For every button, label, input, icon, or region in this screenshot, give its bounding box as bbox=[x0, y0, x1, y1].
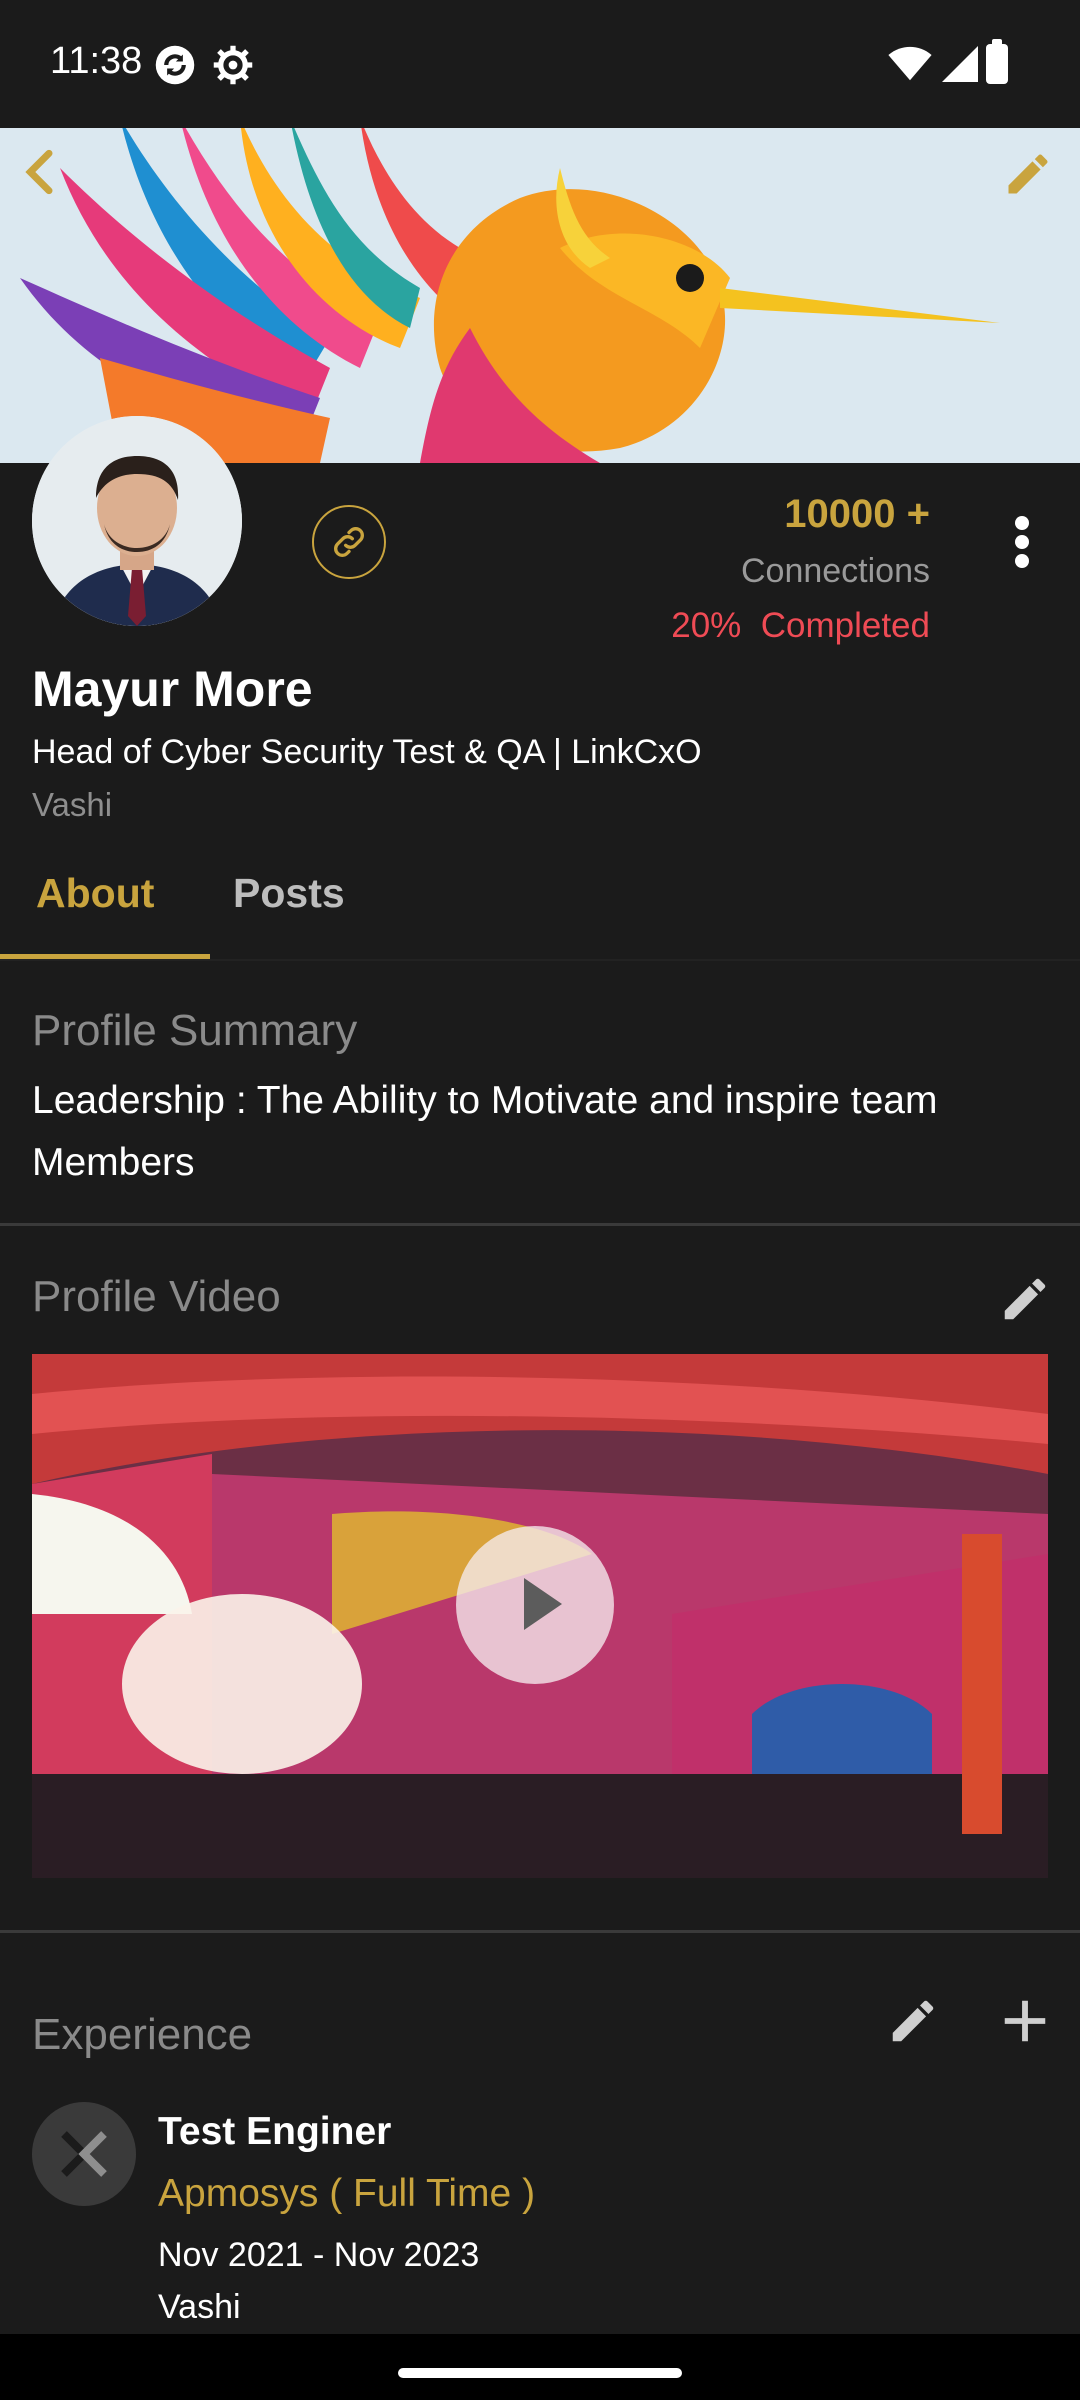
battery-icon bbox=[986, 39, 1008, 84]
job-dates: Nov 2021 - Nov 2023 bbox=[158, 2236, 480, 2274]
back-arrow-icon[interactable] bbox=[14, 144, 70, 200]
profile-summary-text: Leadership : The Ability to Motivate and… bbox=[32, 1079, 938, 1184]
more-options-icon[interactable] bbox=[1004, 510, 1040, 574]
add-experience-icon[interactable] bbox=[998, 1994, 1052, 2048]
edit-experience-icon[interactable] bbox=[886, 1994, 940, 2048]
profile-video-title: Profile Video bbox=[32, 1272, 281, 1321]
connections-label[interactable]: Connections bbox=[741, 552, 930, 591]
divider bbox=[0, 959, 1080, 961]
profile-summary-title: Profile Summary bbox=[32, 1006, 358, 1055]
profile-location: Vashi bbox=[32, 786, 113, 823]
status-time: 11:38 bbox=[50, 40, 143, 82]
edit-pencil-icon[interactable] bbox=[1002, 148, 1054, 200]
job-location: Vashi bbox=[158, 2288, 241, 2326]
tab-bar: About Posts bbox=[0, 856, 1080, 964]
wifi-icon bbox=[888, 46, 932, 81]
profile-headline: Head of Cyber Security Test & QA | LinkC… bbox=[32, 733, 702, 771]
signal-icon bbox=[942, 46, 978, 82]
job-title: Test Enginer bbox=[158, 2110, 392, 2153]
gear-icon bbox=[213, 45, 253, 85]
experience-title: Experience bbox=[32, 2010, 253, 2059]
profile-completion: 20% Completed bbox=[671, 606, 930, 645]
connections-count[interactable]: 10000 + bbox=[784, 492, 930, 537]
copy-link-button[interactable] bbox=[312, 505, 386, 579]
tab-about[interactable]: About bbox=[36, 870, 154, 917]
company-logo bbox=[32, 2102, 136, 2206]
divider bbox=[0, 1223, 1080, 1226]
company-logo-icon bbox=[61, 2131, 107, 2177]
job-company: Apmosys ( Full Time ) bbox=[158, 2172, 536, 2215]
divider bbox=[0, 1930, 1080, 1933]
edit-video-icon[interactable] bbox=[998, 1272, 1052, 1326]
system-nav-bar bbox=[0, 2334, 1080, 2400]
home-gesture-handle[interactable] bbox=[398, 2368, 682, 2378]
profile-screen: 11:38 10000 + Connections 20% Completed … bbox=[0, 0, 1080, 2400]
play-button[interactable] bbox=[456, 1526, 614, 1684]
tab-posts[interactable]: Posts bbox=[233, 870, 345, 917]
sync-icon bbox=[155, 45, 195, 85]
cover-image bbox=[0, 128, 1080, 463]
status-bar: 11:38 bbox=[0, 0, 1080, 128]
profile-name: Mayur More bbox=[32, 661, 313, 717]
link-icon bbox=[334, 527, 364, 557]
avatar[interactable] bbox=[32, 416, 242, 626]
